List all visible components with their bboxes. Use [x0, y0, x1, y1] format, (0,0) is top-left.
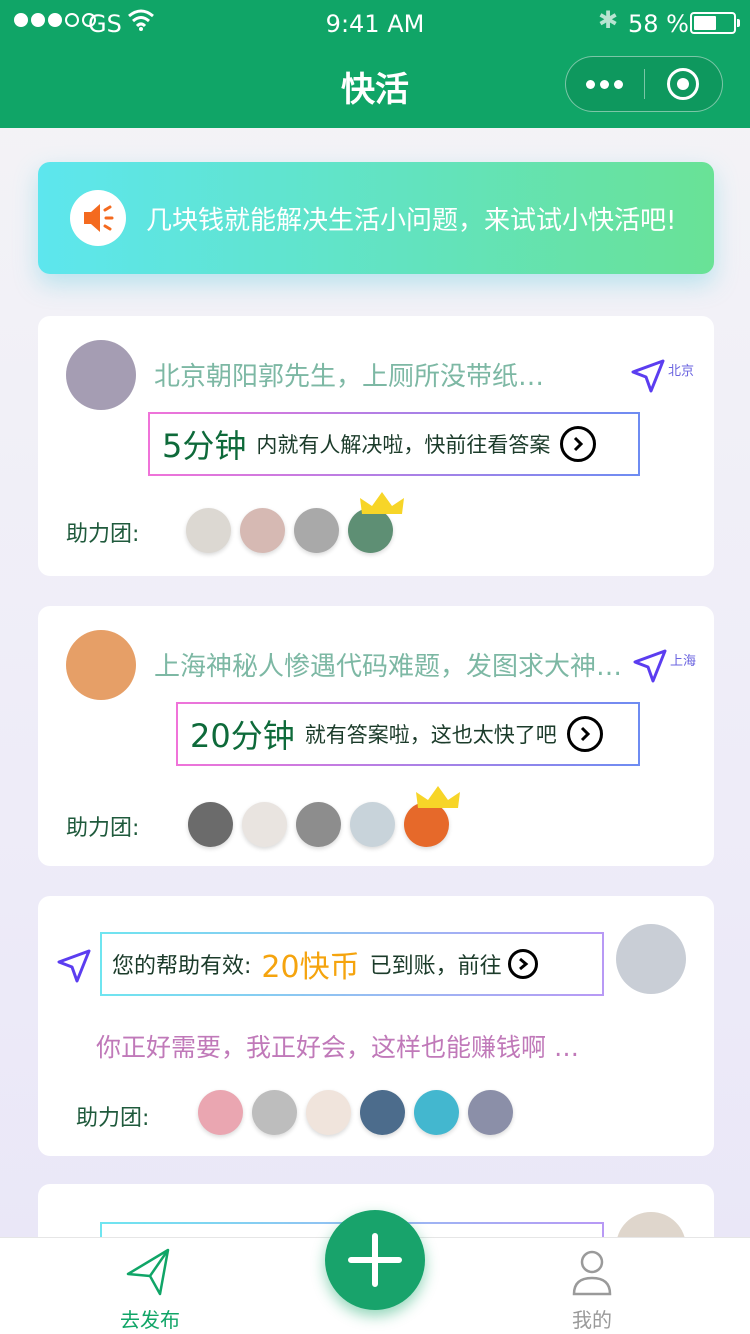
tab-publish[interactable]: 去发布	[90, 1246, 210, 1333]
notice-text: 内就有人解决啦，快前往看答案	[256, 433, 551, 457]
avatar[interactable]	[66, 340, 136, 410]
solved-time: 5分钟	[162, 427, 247, 465]
solution-notice[interactable]: 20分钟 就有答案啦，这也太快了吧	[176, 702, 640, 766]
banner-text: 几块钱就能解决生活小问题，来试试小快活吧!	[146, 205, 677, 236]
battery-icon	[690, 12, 740, 34]
location-arrow-icon	[57, 949, 91, 983]
location-arrow-icon	[631, 359, 665, 393]
helper-avatar[interactable]	[242, 802, 287, 847]
speaker-icon	[70, 190, 126, 246]
avatar[interactable]	[66, 630, 136, 700]
helper-avatar[interactable]	[198, 1090, 243, 1135]
announcement-banner[interactable]: 几块钱就能解决生活小问题，来试试小快活吧!	[38, 162, 714, 274]
location-arrow-icon	[633, 649, 667, 683]
mini-program-capsule	[565, 56, 723, 112]
helpers-label: 助力团:	[66, 522, 140, 547]
location-label: 北京	[668, 364, 695, 379]
location-tag: 上海	[632, 648, 696, 684]
reward-suffix: 已到账，前往	[369, 954, 502, 979]
task-title: 上海神秘人惨遇代码难题，发图求大神…	[154, 652, 623, 682]
bluetooth-icon: ✱	[598, 6, 619, 34]
helper-avatar[interactable]	[348, 492, 404, 553]
helper-avatar[interactable]	[186, 508, 231, 553]
task-card[interactable]: 北京朝阳郭先生，上厕所没带纸… 北京 5分钟 内就有人解决啦，快前往看答案 助力…	[38, 316, 714, 576]
chevron-right-icon[interactable]	[507, 949, 538, 979]
helper-avatar[interactable]	[414, 1090, 459, 1135]
reward-prefix: 您的帮助有效:	[112, 954, 252, 979]
helpers-label: 助力团:	[76, 1106, 150, 1131]
crown-icon	[416, 786, 460, 808]
top-bar: GS 9:41 AM ✱ 58 % 快活	[0, 0, 750, 128]
status-bar: GS 9:41 AM ✱ 58 %	[0, 0, 750, 50]
solved-time: 20分钟	[190, 717, 295, 755]
close-mini-program-button[interactable]	[645, 57, 723, 111]
helper-avatar[interactable]	[296, 802, 341, 847]
tab-label: 去发布	[120, 1308, 180, 1332]
helper-avatar[interactable]	[188, 802, 233, 847]
location-label: 上海	[670, 654, 697, 669]
helper-avatar[interactable]	[360, 1090, 405, 1135]
user-icon	[572, 1250, 612, 1296]
add-post-button[interactable]	[325, 1210, 425, 1310]
chevron-right-icon[interactable]	[560, 426, 597, 462]
notice-text: 就有答案啦，这也太快了吧	[304, 723, 557, 747]
helper-avatar[interactable]	[252, 1090, 297, 1135]
helpers-list	[186, 492, 404, 553]
helper-avatar[interactable]	[404, 786, 460, 847]
plus-icon	[348, 1233, 402, 1287]
tagline: 你正好需要，我正好会，这样也能赚钱啊 …	[96, 1033, 579, 1062]
more-options-button[interactable]	[566, 57, 644, 111]
location-tag: 北京	[630, 358, 694, 394]
paper-plane-icon	[126, 1248, 170, 1296]
task-title: 北京朝阳郭先生，上厕所没带纸…	[154, 362, 545, 392]
helpers-list	[198, 1090, 513, 1135]
task-card[interactable]: 上海神秘人惨遇代码难题，发图求大神… 上海 20分钟 就有答案啦，这也太快了吧 …	[38, 606, 714, 866]
solution-notice[interactable]: 5分钟 内就有人解决啦，快前往看答案	[148, 412, 640, 476]
reward-amount: 20快币	[261, 950, 360, 985]
tab-mine[interactable]: 我的	[532, 1246, 652, 1333]
helper-avatar[interactable]	[294, 508, 339, 553]
helper-avatar[interactable]	[350, 802, 395, 847]
helper-avatar[interactable]	[306, 1090, 351, 1135]
helper-avatar[interactable]	[240, 508, 285, 553]
tab-label: 我的	[572, 1308, 612, 1332]
reward-notice[interactable]: 您的帮助有效: 20快币 已到账，前往	[100, 932, 604, 996]
battery-percent: 58 %	[628, 10, 689, 38]
helpers-list	[188, 786, 460, 847]
reward-card[interactable]: 您的帮助有效: 20快币 已到账，前往 你正好需要，我正好会，这样也能赚钱啊 ……	[38, 896, 714, 1156]
avatar[interactable]	[616, 924, 686, 994]
helper-avatar[interactable]	[468, 1090, 513, 1135]
chevron-right-icon[interactable]	[566, 716, 603, 752]
target-icon	[667, 68, 700, 100]
helpers-label: 助力团:	[66, 816, 140, 841]
crown-icon	[360, 492, 404, 514]
